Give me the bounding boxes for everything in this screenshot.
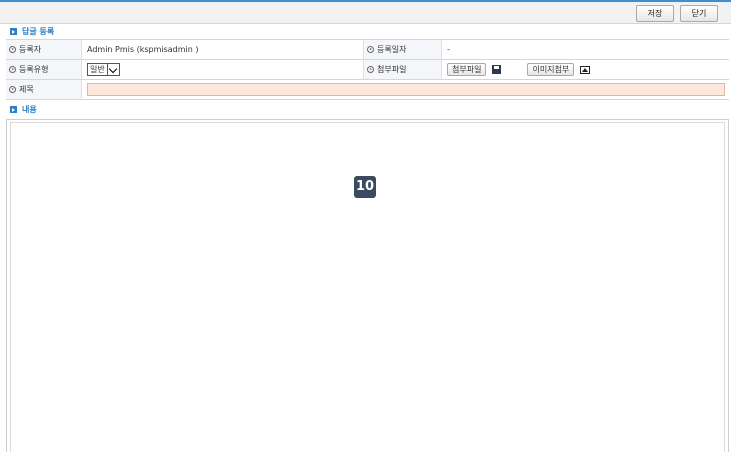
form-row-type: 등록유형 일반 첨부파일 첨부파일 이미지첨부 [6,60,729,80]
attach-image-button[interactable]: 이미지첨부 [527,63,575,76]
bullet-arrow-icon [9,86,16,93]
reg-type-select[interactable]: 일반 [87,63,120,76]
reg-type-value-cell: 일반 [82,60,364,79]
attachment-value-cell: 첨부파일 이미지첨부 [442,60,729,79]
attachment-label-cell: 첨부파일 [364,60,442,79]
bullet-arrow-icon [367,46,374,53]
registrant-value-cell: Admin Pmis (kspmisadmin ) [82,40,364,59]
content-editor-area[interactable] [10,122,725,452]
reg-date-value: - [447,45,450,54]
title-value-cell [82,80,729,99]
registrant-label-cell: 등록자 [6,40,82,59]
section-content: 내용 [0,102,731,117]
section-title: 답글 등록 [22,27,55,36]
reg-date-label-cell: 등록일자 [364,40,442,59]
attachment-label: 첨부파일 [377,65,407,74]
bullet-arrow-icon [9,46,16,53]
section-arrow-icon [10,28,17,35]
content-editor[interactable] [6,119,729,452]
image-icon[interactable] [580,65,591,74]
chevron-down-icon[interactable] [106,64,119,75]
section-content-title: 내용 [22,105,37,114]
section-reply-register: 답글 등록 [0,24,731,39]
reg-type-selected: 일반 [90,65,105,74]
save-disk-icon[interactable] [492,65,502,74]
title-label-cell: 제목 [6,80,82,99]
reply-form: 등록자 Admin Pmis (kspmisadmin ) 등록일자 - 등록유… [6,39,729,100]
form-row-registrant: 등록자 Admin Pmis (kspmisadmin ) 등록일자 - [6,40,729,60]
registrant-label: 등록자 [19,45,42,54]
title-input[interactable] [87,83,725,96]
bullet-arrow-icon [367,66,374,73]
save-button[interactable]: 저장 [636,5,674,22]
reg-type-label-cell: 등록유형 [6,60,82,79]
reg-type-label: 등록유형 [19,65,49,74]
toolbar: 저장 닫기 [0,2,731,24]
form-row-title: 제목 [6,80,729,100]
reg-date-value-cell: - [442,40,729,59]
close-button[interactable]: 닫기 [680,5,718,22]
reg-date-label: 등록일자 [377,45,407,54]
bullet-arrow-icon [9,66,16,73]
section-arrow-icon [10,106,17,113]
registrant-value: Admin Pmis (kspmisadmin ) [87,45,199,54]
number-badge: 10 [354,176,376,198]
attach-file-button[interactable]: 첨부파일 [447,63,487,76]
title-label: 제목 [19,85,34,94]
